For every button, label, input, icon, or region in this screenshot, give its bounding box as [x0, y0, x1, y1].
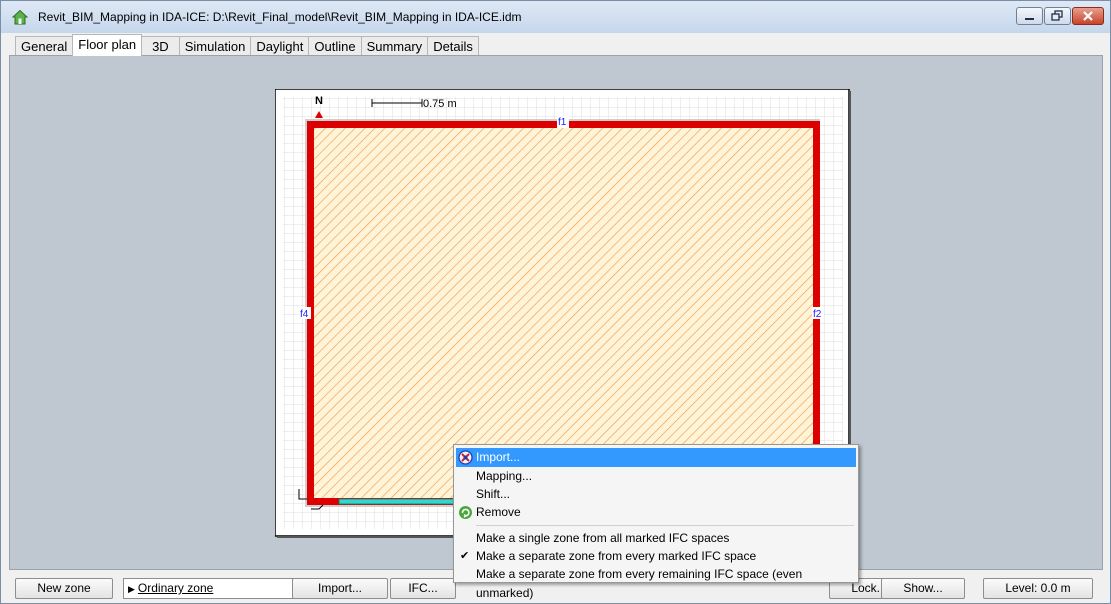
restore-button[interactable] — [1044, 7, 1071, 25]
close-button[interactable] — [1072, 7, 1104, 25]
north-label: N — [315, 95, 323, 107]
tab-bar: General Floor plan 3D Simulation Dayligh… — [15, 34, 479, 56]
minimize-button[interactable] — [1016, 7, 1043, 25]
window-title: Revit_BIM_Mapping in IDA-ICE: D:\Revit_F… — [38, 10, 522, 24]
menu-item-label: Shift... — [476, 487, 511, 501]
menu-item-label: Make a separate zone from every marked I… — [476, 549, 757, 563]
tab-simulation[interactable]: Simulation — [178, 36, 252, 56]
show-button[interactable]: Show... — [881, 578, 965, 599]
ifc-button[interactable]: IFC... — [390, 578, 456, 599]
menu-separator — [476, 525, 854, 526]
close-icon — [1083, 11, 1093, 21]
main-window: Revit_BIM_Mapping in IDA-ICE: D:\Revit_F… — [0, 0, 1111, 604]
tab-summary[interactable]: Summary — [360, 36, 429, 56]
tab-daylight[interactable]: Daylight — [250, 36, 310, 56]
new-zone-button[interactable]: New zone — [15, 578, 113, 599]
zone-type-selector[interactable]: ▶ Ordinary zone — [123, 578, 297, 599]
menu-item-shift[interactable]: Shift... — [456, 485, 856, 504]
menu-option-separate-zone-marked[interactable]: ✔ Make a separate zone from every marked… — [456, 547, 856, 566]
tab-details[interactable]: Details — [427, 36, 479, 56]
title-bar: Revit_BIM_Mapping in IDA-ICE: D:\Revit_F… — [1, 1, 1110, 33]
tab-general[interactable]: General — [15, 36, 74, 56]
wall-f1-label[interactable]: f1 — [558, 117, 567, 128]
zone-type-label: Ordinary zone — [137, 581, 214, 595]
window-opening[interactable] — [338, 498, 458, 505]
menu-item-import[interactable]: Import... — [456, 448, 856, 467]
wall-f2-label[interactable]: f2 — [813, 309, 822, 320]
menu-item-label: Mapping... — [476, 469, 533, 483]
check-icon: ✔ — [460, 550, 470, 562]
import-button[interactable]: Import... — [292, 578, 388, 599]
menu-item-label: Remove — [476, 505, 521, 519]
tab-3d[interactable]: 3D — [141, 36, 180, 56]
menu-option-separate-zone-all[interactable]: Make a separate zone from every remainin… — [456, 565, 856, 600]
ifc-import-icon — [458, 450, 473, 465]
triangle-right-icon: ▶ — [128, 584, 135, 594]
minimize-icon — [1025, 18, 1034, 20]
tab-outline[interactable]: Outline — [308, 36, 362, 56]
menu-option-single-zone[interactable]: Make a single zone from all marked IFC s… — [456, 529, 856, 548]
restore-icon — [1051, 10, 1063, 21]
recycle-icon — [459, 506, 472, 519]
menu-item-mapping[interactable]: Mapping... — [456, 467, 856, 486]
menu-item-label: Make a single zone from all marked IFC s… — [476, 531, 730, 545]
wall-f4-label[interactable]: f4 — [300, 309, 309, 320]
scale-label: 0.75 m — [423, 98, 457, 110]
context-menu: Import... Mapping... Shift... Remove Mak… — [453, 444, 859, 600]
menu-item-label: Import... — [476, 450, 521, 464]
level-button[interactable]: Level: 0.0 m — [983, 578, 1093, 599]
menu-item-remove[interactable]: Remove — [456, 503, 856, 522]
menu-item-label: Make a separate zone from every remainin… — [476, 567, 803, 600]
house-icon — [12, 9, 28, 25]
tab-floor-plan[interactable]: Floor plan — [72, 34, 143, 56]
